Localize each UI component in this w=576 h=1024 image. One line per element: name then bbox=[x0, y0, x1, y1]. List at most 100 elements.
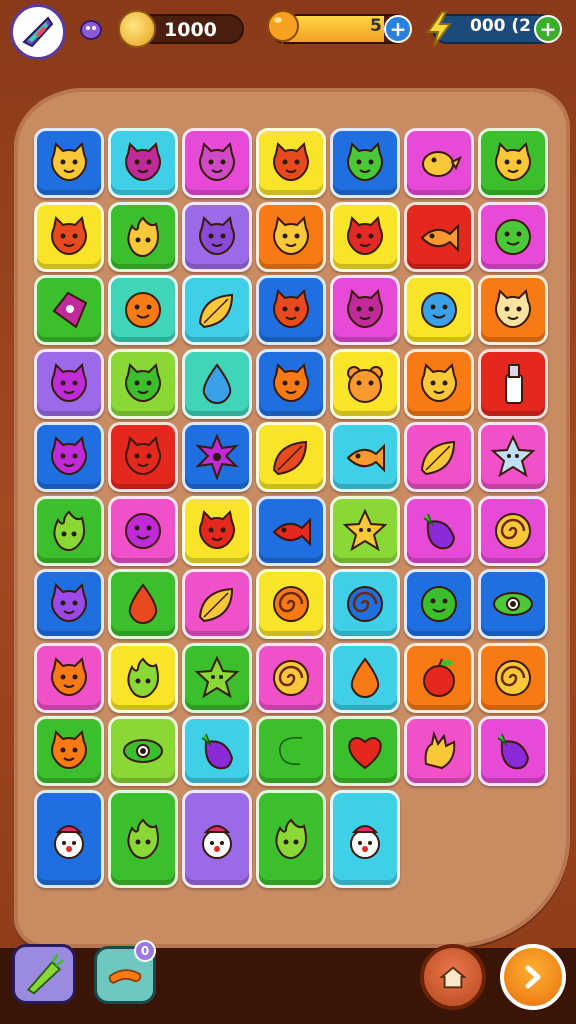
tile-flame[interactable] bbox=[108, 201, 178, 272]
chevron-right-icon bbox=[525, 965, 541, 989]
add-gems-button[interactable]: + bbox=[534, 15, 562, 43]
cat-icon bbox=[273, 362, 309, 402]
tile-bear[interactable] bbox=[330, 348, 400, 419]
tile-blob[interactable] bbox=[404, 275, 474, 345]
tile-fish[interactable] bbox=[330, 422, 400, 492]
tile-cat[interactable] bbox=[182, 128, 252, 198]
tile-bird[interactable] bbox=[404, 128, 474, 198]
swirl-icon bbox=[273, 586, 309, 622]
cat-icon bbox=[51, 362, 87, 402]
tile-cat[interactable] bbox=[34, 128, 104, 198]
tile-eggplant[interactable] bbox=[182, 716, 252, 786]
spiky-icon bbox=[195, 434, 239, 480]
cat-icon bbox=[495, 141, 531, 182]
tile-apple[interactable] bbox=[404, 642, 474, 713]
tile-flame[interactable] bbox=[108, 789, 178, 888]
tile-hand[interactable] bbox=[404, 716, 474, 786]
tile-flame[interactable] bbox=[256, 789, 326, 888]
tile-cat[interactable] bbox=[330, 201, 400, 272]
tile-leaf[interactable] bbox=[182, 275, 252, 345]
tile-bottle[interactable] bbox=[478, 348, 548, 419]
tile-cat[interactable] bbox=[34, 642, 104, 713]
energy-balloon-icon bbox=[267, 10, 299, 49]
booster-button-1[interactable] bbox=[12, 944, 76, 1004]
tile-drop[interactable] bbox=[108, 569, 178, 639]
tile-drop[interactable] bbox=[182, 348, 252, 419]
tile-cat[interactable] bbox=[108, 128, 178, 198]
tile-swirl[interactable] bbox=[478, 495, 548, 566]
cat-icon bbox=[51, 729, 87, 770]
coin-counter: 1000 bbox=[118, 10, 244, 48]
tile-cat[interactable] bbox=[34, 201, 104, 272]
leaf-icon bbox=[198, 587, 234, 623]
swirl-icon bbox=[495, 512, 531, 549]
flame-icon bbox=[275, 818, 307, 859]
tile-cat[interactable] bbox=[182, 495, 252, 566]
star-icon bbox=[490, 434, 536, 478]
tile-swirl[interactable] bbox=[256, 642, 326, 713]
tile-leaf[interactable] bbox=[256, 422, 326, 492]
tile-diamond[interactable] bbox=[34, 275, 104, 345]
tile-star[interactable] bbox=[182, 642, 252, 713]
fish-icon bbox=[346, 443, 385, 473]
tile-eggplant[interactable] bbox=[478, 716, 548, 786]
tile-swirl[interactable] bbox=[256, 569, 326, 639]
tile-clown[interactable] bbox=[330, 789, 400, 888]
tile-clown[interactable] bbox=[34, 789, 104, 888]
tile-heart[interactable] bbox=[330, 716, 400, 786]
blob-icon bbox=[125, 292, 161, 328]
player-avatar[interactable] bbox=[10, 4, 66, 60]
flame-icon bbox=[53, 510, 85, 551]
tile-eye[interactable] bbox=[108, 716, 178, 786]
tile-star[interactable] bbox=[478, 422, 548, 492]
tile-blob[interactable] bbox=[404, 569, 474, 639]
cat-icon bbox=[199, 141, 235, 182]
bottom-bar bbox=[0, 948, 576, 1024]
purple-creature-icon bbox=[80, 20, 102, 40]
tile-cat[interactable] bbox=[256, 128, 326, 198]
tile-leaf[interactable] bbox=[404, 422, 474, 492]
cat-icon bbox=[51, 141, 87, 182]
tile-cat[interactable] bbox=[256, 348, 326, 419]
flame-icon bbox=[127, 818, 159, 859]
tile-cat[interactable] bbox=[34, 348, 104, 419]
tile-blob[interactable] bbox=[108, 495, 178, 566]
tile-drop[interactable] bbox=[330, 642, 400, 713]
tile-cat[interactable] bbox=[108, 422, 178, 492]
tile-swirl[interactable] bbox=[478, 642, 548, 713]
tile-eye[interactable] bbox=[478, 569, 548, 639]
tile-swirl[interactable] bbox=[330, 569, 400, 639]
next-button[interactable] bbox=[500, 944, 566, 1010]
tile-cat[interactable] bbox=[182, 201, 252, 272]
home-button[interactable] bbox=[420, 944, 486, 1010]
tile-cat[interactable] bbox=[478, 275, 548, 345]
tile-cat[interactable] bbox=[108, 348, 178, 419]
tile-eggplant[interactable] bbox=[404, 495, 474, 566]
tile-cat[interactable] bbox=[34, 716, 104, 786]
tile-leaf[interactable] bbox=[182, 569, 252, 639]
cat-icon bbox=[347, 141, 383, 182]
swirl-icon bbox=[347, 586, 383, 622]
tile-fish[interactable] bbox=[256, 495, 326, 566]
tile-cat[interactable] bbox=[34, 422, 104, 492]
tile-spiky[interactable] bbox=[182, 422, 252, 492]
tile-clown[interactable] bbox=[182, 789, 252, 888]
tile-cat[interactable] bbox=[34, 569, 104, 639]
add-energy-button[interactable]: + bbox=[384, 15, 412, 43]
tile-cat[interactable] bbox=[256, 201, 326, 272]
tile-cat[interactable] bbox=[404, 348, 474, 419]
tile-cat[interactable] bbox=[330, 275, 400, 345]
eye-icon bbox=[493, 592, 533, 616]
tile-fish[interactable] bbox=[404, 201, 474, 272]
eggplant-icon bbox=[423, 513, 456, 549]
tile-flame[interactable] bbox=[34, 495, 104, 566]
tile-cat[interactable] bbox=[478, 128, 548, 198]
tile-cat[interactable] bbox=[256, 275, 326, 345]
tile-blob[interactable] bbox=[108, 275, 178, 345]
tile-snake[interactable] bbox=[256, 716, 326, 786]
tile-star[interactable] bbox=[330, 495, 400, 566]
drop-icon bbox=[202, 362, 232, 404]
tile-blob[interactable] bbox=[478, 201, 548, 272]
tile-flame[interactable] bbox=[108, 642, 178, 713]
tile-cat[interactable] bbox=[330, 128, 400, 198]
